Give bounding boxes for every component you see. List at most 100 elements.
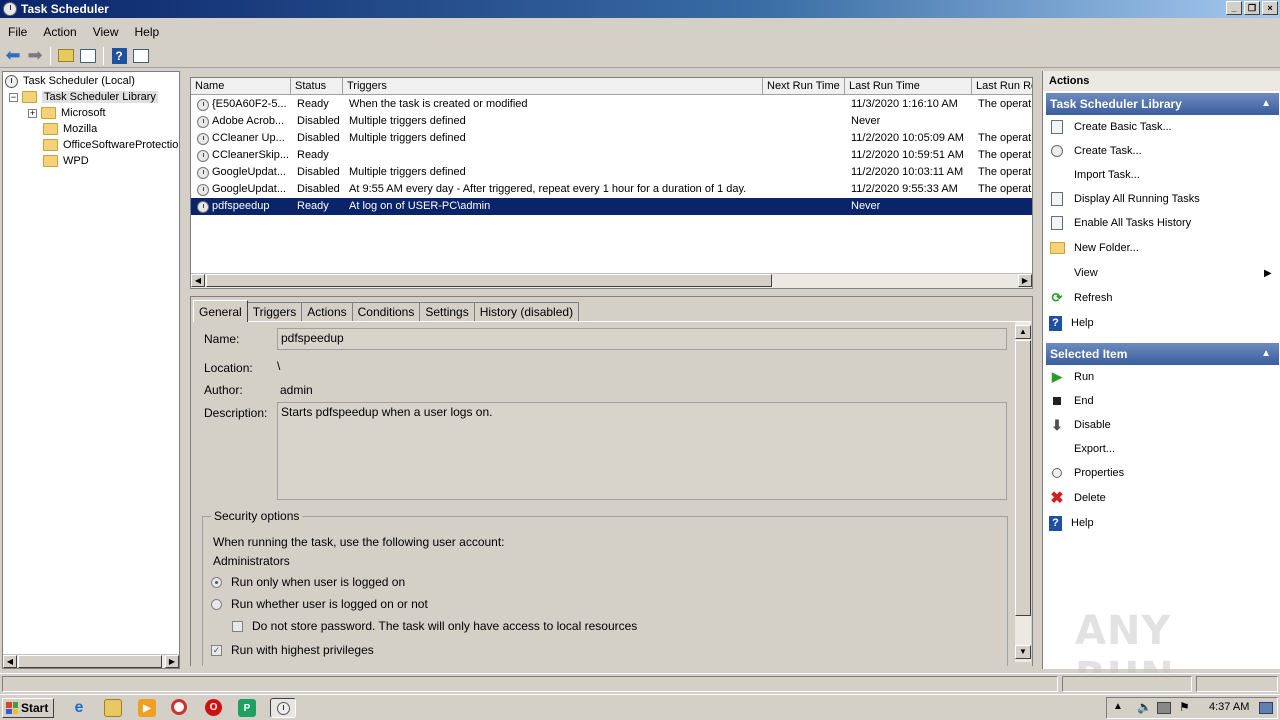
tree-horizontal-scrollbar[interactable]: ◀ ▶ [3, 654, 179, 668]
table-row[interactable]: CCleaner Up... Disabled Multiple trigger… [191, 130, 1032, 147]
section-selected-item[interactable]: Selected Item ▲ [1046, 343, 1279, 365]
tab-general[interactable]: General [193, 300, 248, 322]
task-status: Disabled [297, 132, 340, 144]
column-header-status[interactable]: Status [291, 78, 343, 95]
table-row[interactable]: Adobe Acrob... Disabled Multiple trigger… [191, 113, 1032, 130]
action-help-library[interactable]: ? Help [1049, 313, 1094, 333]
show-action-pane-button[interactable] [131, 46, 151, 66]
forward-arrow-icon[interactable]: ➡ [25, 45, 45, 66]
opera-icon[interactable]: O [205, 699, 222, 716]
tree-item-library[interactable]: − Task Scheduler Library [9, 89, 158, 105]
description-field[interactable]: Starts pdfspeedup when a user logs on. [277, 402, 1007, 500]
help-button[interactable]: ? [109, 46, 129, 66]
action-create-basic-task[interactable]: Create Basic Task... [1049, 117, 1172, 137]
checkbox-highest-privileges[interactable]: ✓ [211, 645, 222, 656]
file-explorer-icon[interactable] [104, 699, 122, 717]
close-button[interactable]: × [1262, 1, 1278, 15]
tree-item-wpd[interactable]: WPD [43, 153, 89, 169]
menu-file[interactable]: File [0, 25, 35, 39]
start-button[interactable]: Start [2, 698, 54, 718]
scroll-right-icon[interactable]: ▶ [165, 655, 179, 668]
tab-conditions[interactable]: Conditions [351, 302, 421, 322]
action-view[interactable]: View ▶ [1074, 263, 1274, 283]
collapse-icon[interactable]: − [9, 92, 18, 102]
scroll-right-icon[interactable]: ▶ [1018, 274, 1032, 287]
action-label: Help [1071, 317, 1094, 329]
action-center-flag-icon[interactable]: ⚑ [1179, 700, 1190, 714]
scroll-thumb[interactable] [206, 274, 772, 287]
collapse-caret-icon[interactable]: ▲ [1261, 343, 1271, 365]
internet-explorer-icon[interactable]: e [70, 699, 88, 717]
tab-actions[interactable]: Actions [301, 302, 353, 322]
refresh-icon: ⟳ [1051, 290, 1063, 305]
tree-item-officesoftwareprotection[interactable]: OfficeSoftwareProtectio [43, 137, 178, 153]
table-row[interactable]: GoogleUpdat... Disabled Multiple trigger… [191, 164, 1032, 181]
column-header-last-result[interactable]: Last Run Re [972, 78, 1032, 95]
collapse-caret-icon[interactable]: ▲ [1261, 93, 1271, 115]
scroll-up-icon[interactable]: ▲ [1015, 325, 1031, 339]
scroll-down-icon[interactable]: ▼ [1015, 645, 1031, 659]
detail-vertical-scrollbar[interactable]: ▲ ▼ [1015, 322, 1031, 662]
radio-logged-on[interactable] [211, 577, 222, 588]
scroll-thumb[interactable] [1015, 340, 1031, 616]
menu-view[interactable]: View [85, 25, 127, 39]
pane-splitter[interactable] [182, 71, 188, 669]
action-help-selected[interactable]: ? Help [1049, 513, 1094, 533]
table-row[interactable]: GoogleUpdat... Disabled At 9:55 AM every… [191, 181, 1032, 198]
name-field[interactable]: pdfspeedup [277, 328, 1007, 350]
tree-item-root[interactable]: Task Scheduler (Local) [5, 73, 135, 89]
scroll-left-icon[interactable]: ◀ [191, 274, 205, 287]
action-run[interactable]: ▶ Run [1049, 367, 1094, 387]
menu-help[interactable]: Help [127, 25, 168, 39]
scroll-left-icon[interactable]: ◀ [3, 655, 17, 668]
task-list-horizontal-scrollbar[interactable]: ◀ ▶ [191, 273, 1032, 288]
chrome-icon[interactable] [171, 699, 187, 715]
action-disable[interactable]: ⬇ Disable [1049, 415, 1111, 435]
up-folder-button[interactable] [56, 46, 76, 66]
action-delete[interactable]: ✖ Delete [1049, 488, 1106, 508]
task-scheduler-taskbar-button[interactable] [270, 698, 296, 718]
action-end[interactable]: End [1049, 391, 1094, 411]
restore-button[interactable]: ❐ [1244, 1, 1260, 15]
action-export[interactable]: Export... [1074, 439, 1115, 459]
action-properties[interactable]: Properties [1049, 463, 1124, 483]
action-label: Create Task... [1074, 145, 1142, 157]
volume-icon[interactable]: 🔈 [1137, 700, 1152, 714]
action-refresh[interactable]: ⟳ Refresh [1049, 288, 1113, 308]
checkbox-do-not-store-password[interactable] [232, 621, 243, 632]
table-row-selected[interactable]: pdfspeedup Ready At log on of USER-PC\ad… [191, 198, 1032, 215]
action-import-task[interactable]: Import Task... [1074, 165, 1140, 185]
table-row[interactable]: CCleanerSkip... Ready 11/2/2020 10:59:51… [191, 147, 1032, 164]
show-hide-tree-button[interactable] [78, 46, 98, 66]
minimize-button[interactable]: _ [1226, 1, 1242, 15]
column-header-triggers[interactable]: Triggers [343, 78, 763, 95]
back-arrow-icon[interactable]: ⬅ [3, 45, 23, 66]
column-header-name[interactable]: Name [191, 78, 291, 95]
tree-item-mozilla[interactable]: Mozilla [43, 121, 97, 137]
show-desktop-icon[interactable] [1259, 702, 1273, 714]
tab-history[interactable]: History (disabled) [473, 302, 580, 322]
section-task-scheduler-library[interactable]: Task Scheduler Library ▲ [1046, 93, 1279, 115]
media-player-icon[interactable]: ▶ [138, 699, 156, 717]
action-create-task[interactable]: Create Task... [1049, 141, 1142, 161]
column-header-last-run[interactable]: Last Run Time [845, 78, 972, 95]
action-enable-tasks-history[interactable]: Enable All Tasks History [1049, 213, 1191, 233]
action-display-running-tasks[interactable]: Display All Running Tasks [1049, 189, 1200, 209]
security-options-title: Security options [211, 509, 303, 523]
pdf-app-icon[interactable]: P [238, 699, 256, 717]
radio-whether-logged-on[interactable] [211, 599, 222, 610]
taskbar-clock[interactable]: 4:37 AM [1209, 701, 1249, 713]
help-icon: ? [1049, 515, 1062, 531]
tab-triggers[interactable]: Triggers [246, 302, 303, 322]
author-value: admin [280, 383, 313, 397]
tab-settings[interactable]: Settings [419, 302, 475, 322]
scroll-thumb[interactable] [18, 655, 162, 668]
network-icon[interactable] [1157, 702, 1171, 714]
column-header-next-run[interactable]: Next Run Time [763, 78, 845, 95]
action-new-folder[interactable]: New Folder... [1049, 238, 1139, 258]
tree-item-microsoft[interactable]: + Microsoft [28, 105, 106, 121]
tray-expand-icon[interactable]: ▲ [1113, 701, 1123, 712]
menu-action[interactable]: Action [35, 25, 84, 39]
table-row[interactable]: {E50A60F2-5... Ready When the task is cr… [191, 96, 1032, 113]
expand-icon[interactable]: + [28, 108, 37, 118]
